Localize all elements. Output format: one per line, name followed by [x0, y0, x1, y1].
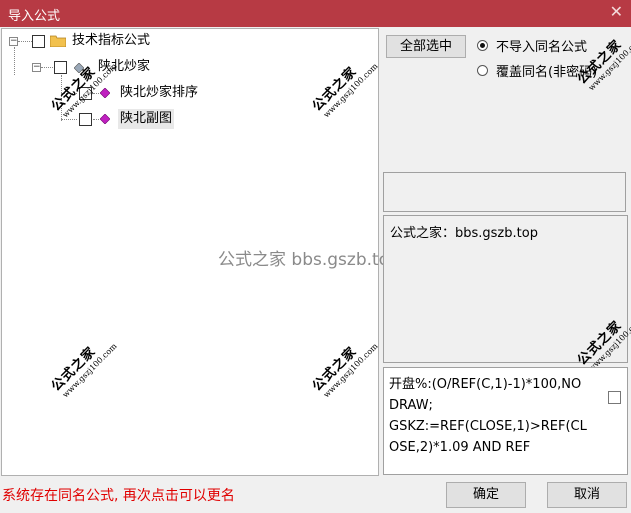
formula-group-icon: [74, 63, 84, 73]
center-watermark: 公式之家 bbs.gszb.top: [218, 250, 400, 270]
empty-panel: [383, 172, 626, 212]
tree-item[interactable]: 陕北副图: [2, 109, 372, 129]
window-title: 导入公式: [8, 9, 61, 24]
no-import-same-radio[interactable]: [477, 40, 488, 51]
formula-icon: [100, 88, 110, 98]
tree-node-root[interactable]: − 技术指标公式: [2, 31, 372, 51]
watermark: 公式之家 www.gszj100.com: [574, 34, 631, 93]
group-checkbox[interactable]: [54, 61, 67, 74]
formula-icon: [100, 114, 110, 124]
tree-node-group[interactable]: − 陕北炒家: [2, 57, 372, 77]
item-checkbox[interactable]: [79, 113, 92, 126]
close-icon[interactable]: ✕: [610, 3, 623, 21]
formula-preview[interactable]: 开盘%:(O/REF(C,1)-1)*100,NODRAW; GSKZ:=REF…: [383, 367, 628, 475]
item-checkbox[interactable]: [79, 87, 92, 100]
tree-item-label: 陕北炒家排序: [120, 85, 199, 100]
info-text: 公式之家：bbs.gszb.top: [390, 226, 538, 241]
no-import-same-label[interactable]: 不导入同名公式: [496, 36, 587, 55]
overwrite-same-radio[interactable]: [477, 65, 488, 76]
select-all-button[interactable]: 全部选中: [386, 35, 466, 58]
title-bar: 导入公式 ✕: [0, 0, 631, 27]
collapse-icon[interactable]: −: [32, 63, 41, 72]
overwrite-same-label[interactable]: 覆盖同名(非密码): [496, 61, 597, 80]
watermark: 公式之家 www.gszj100.com: [309, 341, 379, 400]
tree-group-label: 陕北炒家: [98, 59, 151, 74]
cancel-button[interactable]: 取消: [547, 482, 627, 508]
formula-checkbox[interactable]: [608, 391, 621, 404]
folder-icon: [50, 35, 66, 47]
ok-button[interactable]: 确定: [446, 482, 526, 508]
collapse-icon[interactable]: −: [9, 37, 18, 46]
formula-text: 开盘%:(O/REF(C,1)-1)*100,NODRAW; GSKZ:=REF…: [389, 377, 587, 455]
tree-item[interactable]: 陕北炒家排序: [2, 83, 372, 103]
watermark: 公式之家 www.gszj100.com: [48, 341, 119, 400]
tree-item-label: 陕北副图: [118, 109, 175, 129]
tree-root-label: 技术指标公式: [72, 33, 151, 48]
root-checkbox[interactable]: [32, 35, 45, 48]
info-panel: 公式之家：bbs.gszb.top: [383, 215, 628, 363]
status-message: 系统存在同名公式, 再次点击可以更名: [2, 488, 235, 504]
